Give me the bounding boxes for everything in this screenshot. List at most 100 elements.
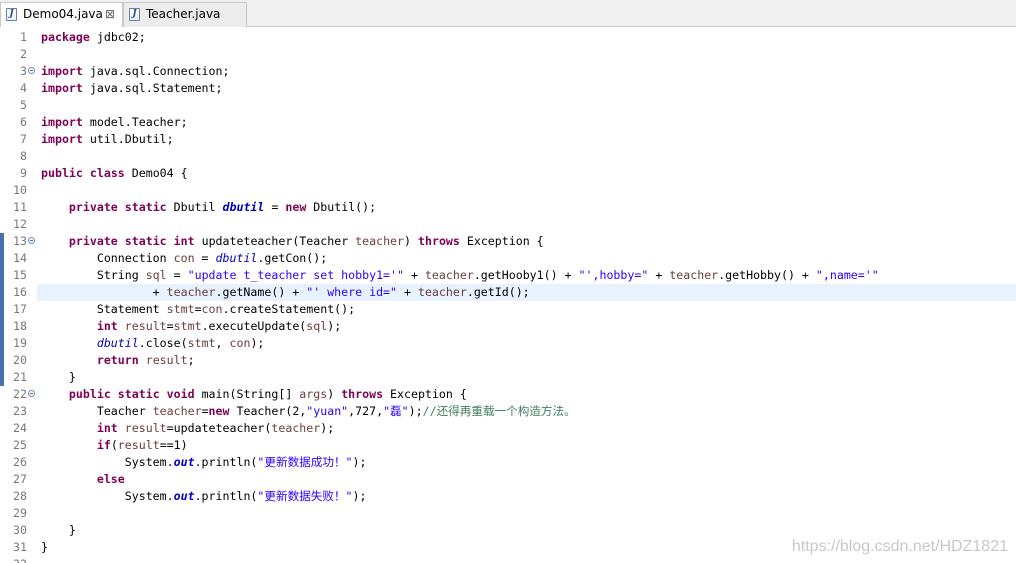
fold-collapse-icon[interactable]: [28, 237, 35, 244]
code-line[interactable]: 14 Connection con = dbutil.getCon();: [0, 250, 1016, 267]
code-line[interactable]: 32: [0, 556, 1016, 563]
code-text: package jdbc02;: [41, 29, 146, 46]
code-token: throws: [341, 387, 384, 401]
code-text: public static void main(String[] args) t…: [41, 386, 467, 403]
code-text: import util.Dbutil;: [41, 131, 174, 148]
code-token: teacher: [417, 285, 467, 299]
code-token: =: [166, 319, 174, 333]
code-line[interactable]: 26 System.out.println("更新数据成功！");: [0, 454, 1016, 471]
code-token: =: [194, 251, 216, 265]
line-number: 18: [13, 319, 27, 333]
code-line[interactable]: 24 int result=updateteacher(teacher);: [0, 420, 1016, 437]
code-token: int: [96, 319, 118, 333]
code-token: dbutil: [96, 336, 139, 350]
code-line[interactable]: 10: [0, 182, 1016, 199]
code-text: private static int updateteacher(Teacher…: [41, 233, 544, 250]
code-token: "yuan": [306, 404, 349, 418]
code-line[interactable]: 25 if(result==1): [0, 437, 1016, 454]
fold-collapse-icon[interactable]: [28, 390, 35, 397]
code-token: "' where id=": [306, 285, 398, 299]
line-number: 20: [13, 353, 27, 367]
code-token: dbutil: [215, 251, 258, 265]
code-line[interactable]: 29: [0, 505, 1016, 522]
code-text: String sql = "update t_teacher set hobby…: [41, 267, 879, 284]
line-number: 15: [13, 268, 27, 282]
code-line[interactable]: 2: [0, 46, 1016, 63]
code-line[interactable]: 18 int result=stmt.executeUpdate(sql);: [0, 318, 1016, 335]
fold-collapse-icon[interactable]: [28, 67, 35, 74]
code-line[interactable]: 20 return result;: [0, 352, 1016, 369]
code-token: else: [96, 472, 125, 486]
code-line[interactable]: 23 Teacher teacher=new Teacher(2,"yuan",…: [0, 403, 1016, 420]
code-line[interactable]: 22 public static void main(String[] args…: [0, 386, 1016, 403]
code-token: public: [68, 387, 111, 401]
code-token: Connection: [41, 251, 174, 265]
code-token: "update t_teacher set hobby1='": [187, 268, 404, 282]
code-text: import java.sql.Connection;: [41, 63, 229, 80]
code-token: int: [96, 421, 118, 435]
tab-label: Teacher.java: [146, 7, 221, 21]
code-token: teacher: [669, 268, 719, 282]
code-line[interactable]: 3 import java.sql.Connection;: [0, 63, 1016, 80]
code-line[interactable]: 13 private static int updateteacher(Teac…: [0, 233, 1016, 250]
close-icon[interactable]: ⊠: [105, 3, 115, 26]
code-token: sql: [306, 319, 328, 333]
code-token: ",name='": [815, 268, 879, 282]
code-line[interactable]: 12: [0, 216, 1016, 233]
code-line[interactable]: 6 import model.Teacher;: [0, 114, 1016, 131]
code-editor[interactable]: 1 package jdbc02; 2 3 import java.sql.Connec…: [0, 27, 1016, 563]
code-token: jdbc02;: [89, 30, 146, 44]
code-line[interactable]: 11 private static Dbutil dbutil = new Db…: [0, 199, 1016, 216]
line-number: 23: [13, 404, 27, 418]
code-token: con: [201, 302, 223, 316]
code-line[interactable]: 17 Statement stmt=con.createStatement();: [0, 301, 1016, 318]
code-token: .println(: [194, 489, 258, 503]
code-token: out: [173, 455, 195, 469]
code-token: updateteacher(Teacher: [194, 234, 356, 248]
code-line[interactable]: 30 }: [0, 522, 1016, 539]
code-token: +: [648, 268, 670, 282]
code-line[interactable]: 9 public class Demo04 {: [0, 165, 1016, 182]
code-token: "更新数据成功！": [257, 455, 353, 469]
code-token: main(String[]: [194, 387, 300, 401]
code-line[interactable]: 28 System.out.println("更新数据失败！");: [0, 488, 1016, 505]
line-number: 32: [0, 556, 27, 563]
code-token: =updateteacher(: [166, 421, 272, 435]
code-token: .createStatement();: [222, 302, 356, 316]
code-line[interactable]: 7 import util.Dbutil;: [0, 131, 1016, 148]
code-token: Teacher(2,: [229, 404, 307, 418]
code-token: model.Teacher;: [82, 115, 188, 129]
code-line[interactable]: 21 }: [0, 369, 1016, 386]
code-token: .println(: [194, 455, 258, 469]
code-line[interactable]: 4 import java.sql.Statement;: [0, 80, 1016, 97]
code-token: new: [285, 200, 307, 214]
code-line[interactable]: 1 package jdbc02;: [0, 29, 1016, 46]
line-number: 24: [13, 421, 27, 435]
code-token: return: [96, 353, 139, 367]
code-token: }: [41, 370, 76, 384]
tab-teacher-java[interactable]: J Teacher.java: [123, 2, 247, 27]
code-token: =: [264, 200, 286, 214]
code-token: }: [41, 523, 76, 537]
tab-demo04-java[interactable]: J Demo04.java ⊠: [0, 2, 123, 28]
code-line[interactable]: 15 String sql = "update t_teacher set ho…: [0, 267, 1016, 284]
code-line[interactable]: 16 + teacher.getName() + "' where id=" +…: [0, 284, 1016, 301]
code-token: .executeUpdate(: [201, 319, 307, 333]
code-line[interactable]: 27 else: [0, 471, 1016, 488]
code-token: +: [404, 268, 425, 282]
code-line[interactable]: 5: [0, 97, 1016, 114]
code-line[interactable]: 8: [0, 148, 1016, 165]
code-line[interactable]: 19 dbutil.close(stmt, con);: [0, 335, 1016, 352]
code-token: .close(: [138, 336, 188, 350]
code-token: teacher: [166, 285, 216, 299]
code-token: "磊": [383, 404, 409, 418]
tab-label: Demo04.java: [23, 7, 103, 21]
